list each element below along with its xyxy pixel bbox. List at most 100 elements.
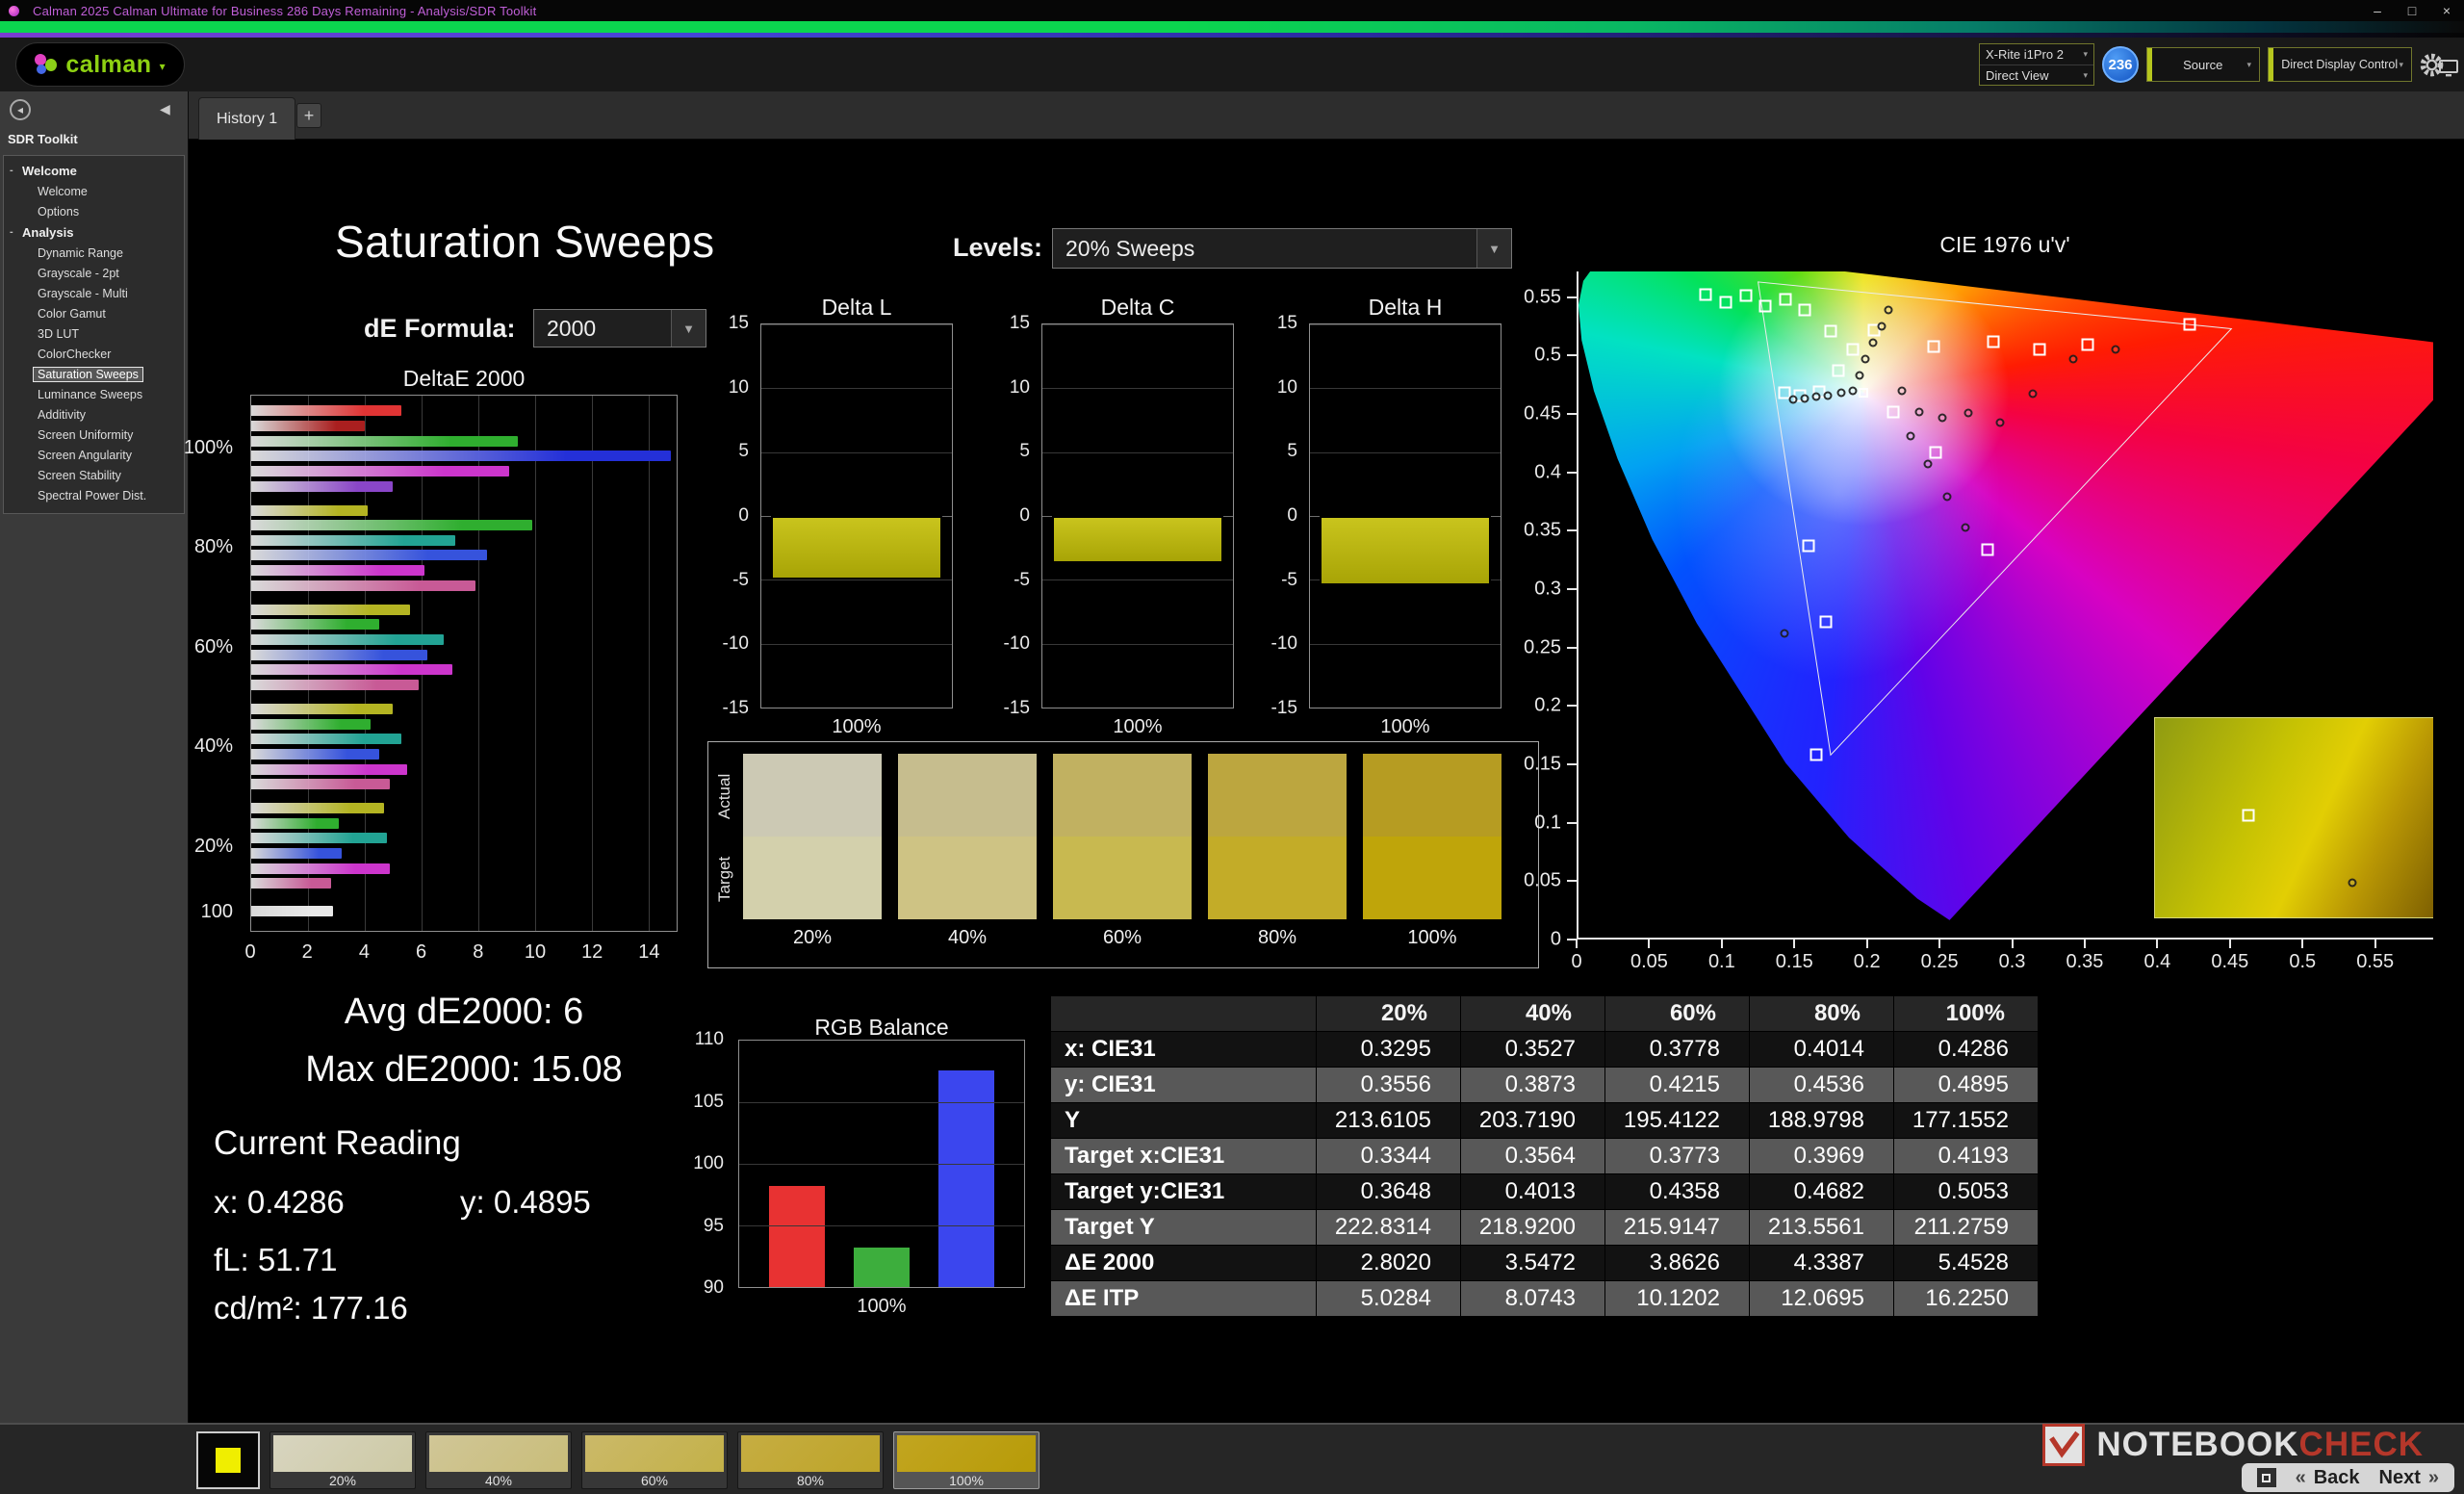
add-tab-button[interactable]: +	[296, 103, 321, 128]
sidebar-item-grayscale-multi[interactable]: Grayscale - Multi	[4, 283, 184, 303]
sidebar-collapse-button[interactable]: ◀	[160, 101, 170, 117]
table-cell: 0.5053	[1893, 1173, 2039, 1210]
grid-line	[1310, 451, 1501, 453]
sidebar-item-label: Luminance Sweeps	[38, 387, 143, 401]
next-button[interactable]: Next »	[2379, 1467, 2439, 1489]
deltae-bar-group	[251, 502, 677, 593]
y-tick-label: 0.4	[1534, 461, 1561, 483]
y-tick-label: 0.25	[1524, 636, 1561, 658]
sidebar-item-welcome[interactable]: Welcome	[4, 181, 184, 201]
filmstrip-thumb-40%[interactable]: 40%	[425, 1431, 572, 1489]
table-header-cell: 20%	[1316, 995, 1461, 1032]
table-header-cell	[1050, 995, 1317, 1032]
cie-x-axis: 0 0.05 0.1 0.15 0.2 0.25 0.3 0.35 0.4 0.45 0.5 0.55	[1571, 940, 2433, 972]
sidebar-item-screen-stability[interactable]: Screen Stability	[4, 465, 184, 485]
x-tick-label: 0.55	[2356, 951, 2395, 972]
watermark-word2: CHECK	[2298, 1426, 2424, 1463]
deltae-bar	[251, 803, 385, 814]
target-marker	[1739, 289, 1753, 302]
deltae-bar	[251, 748, 379, 760]
y-tick-label: 15	[1009, 313, 1030, 333]
table-row-label: Target y:CIE31	[1050, 1173, 1317, 1210]
filmstrip-thumb-20%[interactable]: 20%	[270, 1431, 416, 1489]
display-settings-button[interactable]	[2433, 53, 2464, 84]
table-cell: 0.3648	[1316, 1173, 1461, 1210]
table-cell: 0.4014	[1749, 1031, 1894, 1068]
sidebar-item-saturation-sweeps[interactable]: Saturation Sweeps	[4, 364, 184, 384]
deltae-group-label: 100%	[183, 436, 233, 458]
calman-menu-button[interactable]: calman ▾	[15, 42, 185, 87]
table-cell: 0.3295	[1316, 1031, 1461, 1068]
measurement-marker	[1823, 391, 1833, 400]
grid-line	[1042, 643, 1233, 645]
sidebar-item-grayscale-2pt[interactable]: Grayscale - 2pt	[4, 263, 184, 283]
swatch-target	[898, 837, 1037, 919]
sidebar-item-colorchecker[interactable]: ColorChecker	[4, 344, 184, 364]
close-button[interactable]: ×	[2429, 0, 2464, 21]
rgb-y-axis: 110 105 100 95 90	[691, 1029, 732, 1298]
measurement-marker	[1914, 407, 1924, 417]
delta-h-title: Delta H	[1368, 295, 1443, 320]
y-tick-label: 0.1	[1534, 811, 1561, 834]
cie-y-axis: 0 0.05 0.1 0.15 0.2 0.25 0.3 0.35 0.4 0.45 0.5 0.55	[1486, 271, 1577, 950]
deltae-group-labels: 100% 80% 60% 40% 20% 100	[162, 395, 243, 932]
delta-l-plot	[760, 323, 953, 708]
filmstrip-thumb-current[interactable]	[196, 1431, 260, 1489]
sidebar-item-spectral-power-dist-[interactable]: Spectral Power Dist.	[4, 485, 184, 505]
target-marker	[1810, 748, 1823, 761]
maximize-button[interactable]: □	[2395, 0, 2429, 21]
x-tick-label: 0.2	[1853, 951, 1881, 972]
sidebar-group-welcome[interactable]: - Welcome	[4, 160, 184, 181]
tree-expander-icon[interactable]: -	[10, 165, 17, 176]
tree-expander-icon[interactable]: -	[10, 226, 17, 238]
grid-line	[761, 643, 952, 645]
levels-dropdown[interactable]: 20% Sweeps ▼	[1052, 228, 1512, 269]
target-marker	[2183, 318, 2196, 331]
back-button[interactable]: « Back	[2296, 1467, 2360, 1489]
source-selector[interactable]: Source ▾	[2146, 47, 2260, 82]
sidebar-item-label: Screen Angularity	[38, 448, 132, 462]
x-tick-label: 0.4	[2143, 951, 2171, 972]
delta-value-bar	[770, 516, 943, 580]
x-tick-label: 14	[638, 941, 660, 963]
sidebar-item-label: Screen Stability	[38, 468, 121, 482]
delta-c-x-label: 100%	[1113, 716, 1163, 737]
filmstrip-thumb-100%[interactable]: 100%	[893, 1431, 1040, 1489]
tab-history-1[interactable]: History 1	[198, 97, 296, 140]
sidebar-item-options[interactable]: Options	[4, 201, 184, 221]
deltae-group-label: 100	[200, 901, 233, 923]
sidebar-item-screen-uniformity[interactable]: Screen Uniformity	[4, 425, 184, 445]
sidebar-item-color-gamut[interactable]: Color Gamut	[4, 303, 184, 323]
table-cell: 177.1552	[1893, 1102, 2039, 1139]
x-tick-label: 2	[301, 941, 313, 963]
display-control-selector[interactable]: Direct Display Control ▾	[2268, 47, 2412, 82]
de-formula-dropdown[interactable]: 2000 ▼	[533, 309, 706, 348]
filmstrip-thumb-60%[interactable]: 60%	[581, 1431, 728, 1489]
swatch-40%	[898, 754, 1037, 919]
sidebar-item-3d-lut[interactable]: 3D LUT	[4, 323, 184, 344]
sidebar-group-analysis[interactable]: - Analysis	[4, 221, 184, 243]
sidebar-item-additivity[interactable]: Additivity	[4, 404, 184, 425]
sidebar-menu-button[interactable]: ◂	[10, 99, 31, 120]
table-cell: 4.3387	[1749, 1245, 1894, 1281]
delta-c-title: Delta C	[1100, 295, 1175, 320]
y-tick-label: 0.05	[1524, 869, 1561, 891]
deltae-bar	[251, 817, 340, 829]
de-formula-label: dE Formula:	[364, 314, 516, 343]
x-tick-label: 4	[358, 941, 370, 963]
sidebar-item-dynamic-range[interactable]: Dynamic Range	[4, 243, 184, 263]
sidebar-item-screen-angularity[interactable]: Screen Angularity	[4, 445, 184, 465]
sidebar-item-luminance-sweeps[interactable]: Luminance Sweeps	[4, 384, 184, 404]
measurement-marker	[1961, 523, 1970, 532]
thumb-preview	[273, 1435, 412, 1472]
filmstrip: 20% 40% 60% 80% 100%	[196, 1431, 1040, 1489]
x-tick-mark	[2301, 940, 2304, 948]
minimize-button[interactable]: –	[2360, 0, 2395, 21]
y-tick-label: 0.45	[1524, 402, 1561, 425]
sidebar-item-label: Screen Uniformity	[38, 427, 134, 442]
target-marker	[1802, 539, 1815, 553]
meter-selector[interactable]: X-Rite i1Pro 2 ▾ Direct View ▾	[1979, 43, 2094, 86]
filmstrip-thumb-80%[interactable]: 80%	[737, 1431, 884, 1489]
window-mode-button[interactable]	[2256, 1468, 2276, 1487]
sidebar-item-label: Spectral Power Dist.	[38, 488, 147, 502]
